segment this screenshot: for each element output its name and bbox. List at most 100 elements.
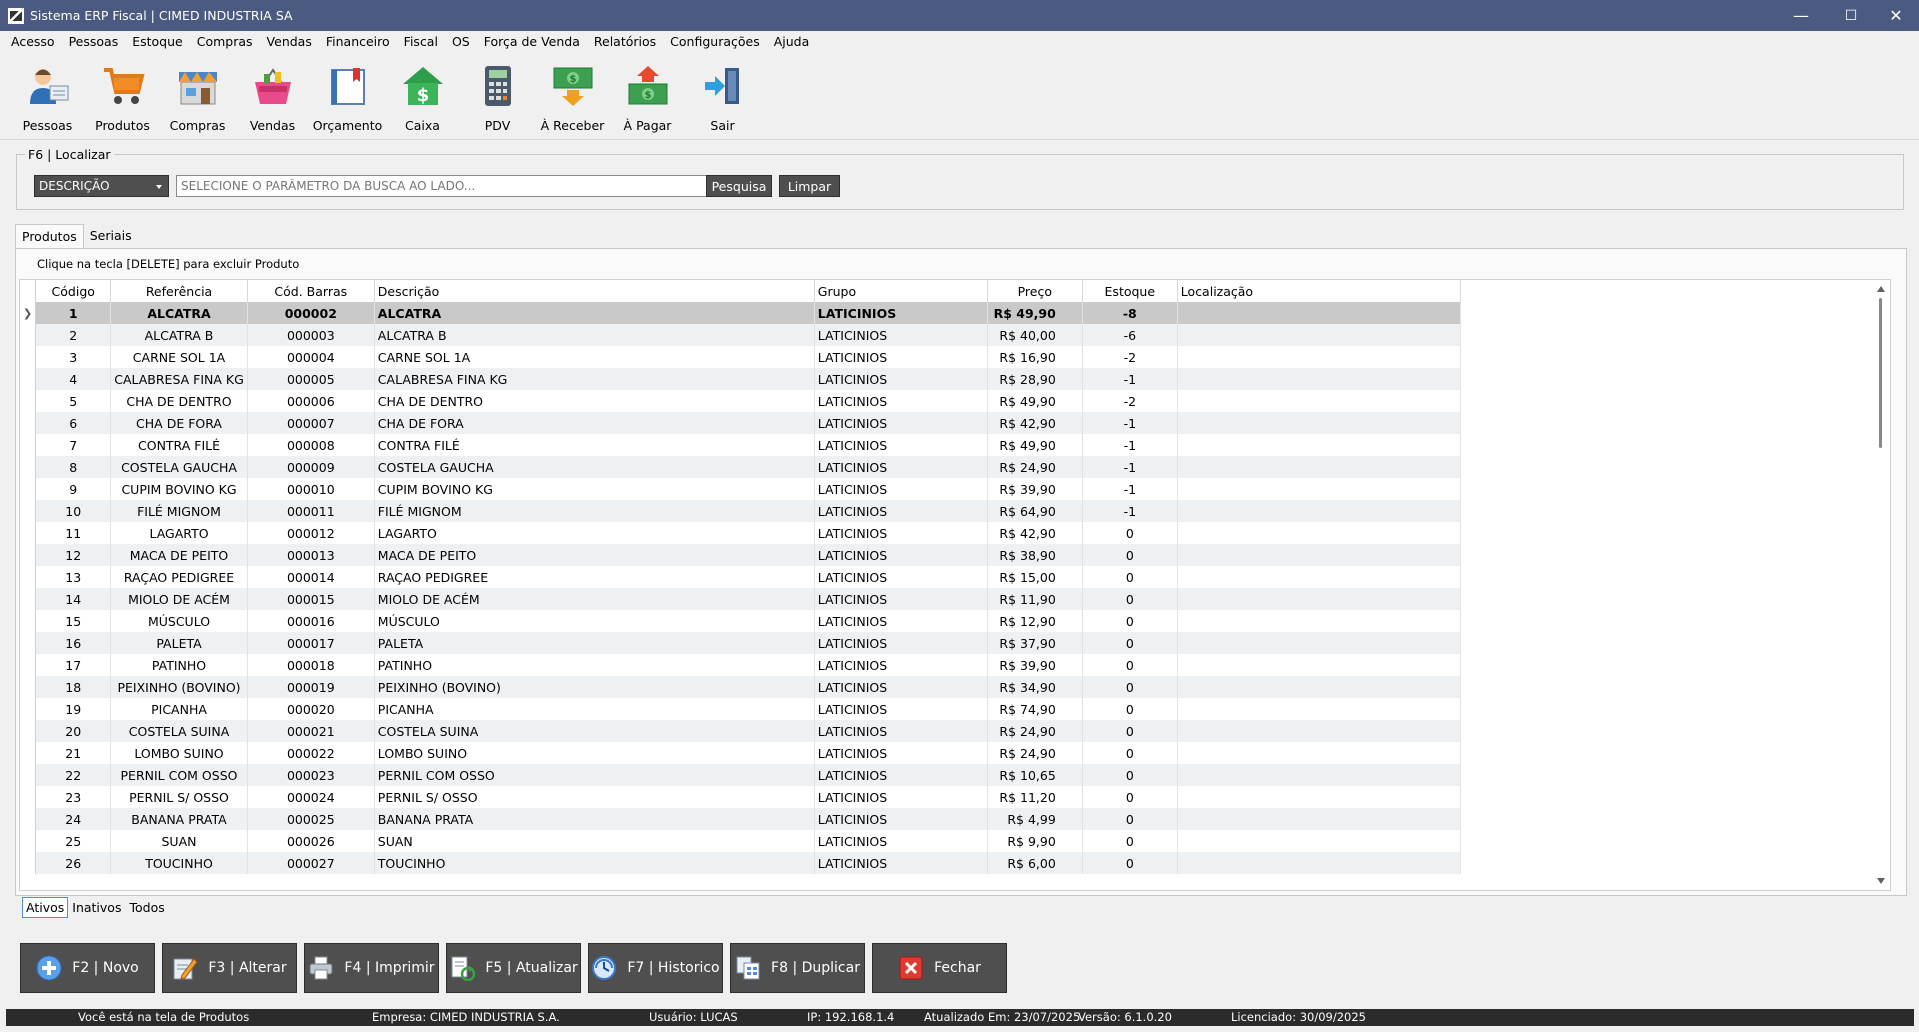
cell-codigo[interactable]: 4 — [35, 368, 112, 390]
cell-cod-barras[interactable]: 000009 — [247, 456, 375, 478]
cell-descricao[interactable]: TOUCINHO — [374, 852, 815, 874]
cell-referencia[interactable]: PICANHA — [110, 698, 248, 720]
cell-cod-barras[interactable]: 000024 — [247, 786, 375, 808]
cell-descricao[interactable]: COSTELA SUINA — [374, 720, 815, 742]
table-row[interactable]: 18 PEIXINHO (BOVINO) 000019 PEIXINHO (BOVIN… — [20, 676, 1461, 698]
cell-codigo[interactable]: 14 — [35, 588, 112, 610]
cell-localizacao[interactable] — [1177, 302, 1461, 324]
cell-descricao[interactable]: CARNE SOL 1A — [374, 346, 815, 368]
menu-forca-de-venda[interactable]: Força de Venda — [477, 34, 587, 49]
cell-estoque[interactable]: 0 — [1082, 764, 1178, 786]
cell-preco[interactable]: R$ 10,65 — [987, 764, 1083, 786]
cell-localizacao[interactable] — [1177, 346, 1461, 368]
fechar-button[interactable]: Fechar — [872, 943, 1007, 993]
toolbar-orcamento-button[interactable]: Orçamento — [310, 56, 385, 138]
close-window-button[interactable]: ✕ — [1873, 0, 1919, 31]
header-codigo[interactable]: Código — [35, 280, 112, 302]
table-row[interactable]: ❯ 1 ALCATRA 000002 ALCATRA LATICINIOS R$ 49,90… — [20, 302, 1461, 324]
cell-descricao[interactable]: MIOLO DE ACÉM — [374, 588, 815, 610]
cell-preco[interactable]: R$ 42,90 — [987, 412, 1083, 434]
cell-cod-barras[interactable]: 000018 — [247, 654, 375, 676]
cell-preco[interactable]: R$ 11,90 — [987, 588, 1083, 610]
cell-estoque[interactable]: 0 — [1082, 786, 1178, 808]
cell-estoque[interactable]: -2 — [1082, 346, 1178, 368]
table-row[interactable]: 22 PERNIL COM OSSO 000023 PERNIL COM OSSO LA… — [20, 764, 1461, 786]
cell-preco[interactable]: R$ 37,90 — [987, 632, 1083, 654]
cell-codigo[interactable]: 24 — [35, 808, 112, 830]
cell-descricao[interactable]: PICANHA — [374, 698, 815, 720]
cell-estoque[interactable]: -8 — [1082, 302, 1178, 324]
cell-cod-barras[interactable]: 000004 — [247, 346, 375, 368]
cell-codigo[interactable]: 6 — [35, 412, 112, 434]
clear-button[interactable]: Limpar — [779, 175, 840, 197]
cell-preco[interactable]: R$ 40,00 — [987, 324, 1083, 346]
cell-grupo[interactable]: LATICINIOS — [814, 368, 988, 390]
cell-estoque[interactable]: 0 — [1082, 566, 1178, 588]
cell-codigo[interactable]: 17 — [35, 654, 112, 676]
cell-preco[interactable]: R$ 6,00 — [987, 852, 1083, 874]
cell-localizacao[interactable] — [1177, 368, 1461, 390]
table-row[interactable]: 26 TOUCINHO 000027 TOUCINHO LATICINIOS R$ 6,0… — [20, 852, 1461, 874]
cell-localizacao[interactable] — [1177, 434, 1461, 456]
cell-grupo[interactable]: LATICINIOS — [814, 302, 988, 324]
cell-localizacao[interactable] — [1177, 632, 1461, 654]
cell-referencia[interactable]: CARNE SOL 1A — [110, 346, 248, 368]
cell-codigo[interactable]: 8 — [35, 456, 112, 478]
table-row[interactable]: 14 MIOLO DE ACÉM 000015 MIOLO DE ACÉM LATICI… — [20, 588, 1461, 610]
cell-cod-barras[interactable]: 000027 — [247, 852, 375, 874]
table-row[interactable]: 16 PALETA 000017 PALETA LATICINIOS R$ 37,90 0 — [20, 632, 1461, 654]
cell-preco[interactable]: R$ 9,90 — [987, 830, 1083, 852]
header-descricao[interactable]: Descrição — [374, 280, 815, 302]
cell-grupo[interactable]: LATICINIOS — [814, 522, 988, 544]
cell-estoque[interactable]: -6 — [1082, 324, 1178, 346]
header-referencia[interactable]: Referência — [110, 280, 248, 302]
table-row[interactable]: 5 CHA DE DENTRO 000006 CHA DE DENTRO LATICIN… — [20, 390, 1461, 412]
cell-referencia[interactable]: LOMBO SUINO — [110, 742, 248, 764]
cell-codigo[interactable]: 3 — [35, 346, 112, 368]
cell-localizacao[interactable] — [1177, 390, 1461, 412]
toolbar-pdv-button[interactable]: PDV — [460, 56, 535, 138]
cell-grupo[interactable]: LATICINIOS — [814, 852, 988, 874]
cell-estoque[interactable]: 0 — [1082, 632, 1178, 654]
cell-descricao[interactable]: RAÇAO PEDIGREE — [374, 566, 815, 588]
title-bar[interactable]: Sistema ERP Fiscal | CIMED INDUSTRIA SA … — [0, 0, 1919, 31]
table-row[interactable]: 2 ALCATRA B 000003 ALCATRA B LATICINIOS R$ 40… — [20, 324, 1461, 346]
cell-preco[interactable]: R$ 24,90 — [987, 742, 1083, 764]
table-row[interactable]: 13 RAÇAO PEDIGREE 000014 RAÇAO PEDIGREE LATI… — [20, 566, 1461, 588]
cell-referencia[interactable]: CONTRA FILÉ — [110, 434, 248, 456]
cell-codigo[interactable]: 1 — [35, 302, 112, 324]
cell-codigo[interactable]: 9 — [35, 478, 112, 500]
filter-todos[interactable]: Todos — [125, 897, 168, 918]
cell-descricao[interactable]: CALABRESA FINA KG — [374, 368, 815, 390]
cell-codigo[interactable]: 25 — [35, 830, 112, 852]
cell-cod-barras[interactable]: 000008 — [247, 434, 375, 456]
menu-configuracoes[interactable]: Configurações — [663, 34, 767, 49]
cell-descricao[interactable]: PERNIL COM OSSO — [374, 764, 815, 786]
cell-estoque[interactable]: 0 — [1082, 852, 1178, 874]
cell-preco[interactable]: R$ 24,90 — [987, 456, 1083, 478]
cell-localizacao[interactable] — [1177, 654, 1461, 676]
duplicar-button[interactable]: F8 | Duplicar — [730, 943, 865, 993]
cell-descricao[interactable]: CUPIM BOVINO KG — [374, 478, 815, 500]
cell-grupo[interactable]: LATICINIOS — [814, 610, 988, 632]
cell-preco[interactable]: R$ 49,90 — [987, 434, 1083, 456]
cell-cod-barras[interactable]: 000003 — [247, 324, 375, 346]
cell-referencia[interactable]: PALETA — [110, 632, 248, 654]
cell-referencia[interactable]: LAGARTO — [110, 522, 248, 544]
cell-cod-barras[interactable]: 000007 — [247, 412, 375, 434]
cell-localizacao[interactable] — [1177, 566, 1461, 588]
cell-estoque[interactable]: -1 — [1082, 434, 1178, 456]
menu-vendas[interactable]: Vendas — [260, 34, 319, 49]
cell-codigo[interactable]: 2 — [35, 324, 112, 346]
cell-estoque[interactable]: 0 — [1082, 654, 1178, 676]
cell-localizacao[interactable] — [1177, 478, 1461, 500]
cell-descricao[interactable]: LAGARTO — [374, 522, 815, 544]
cell-estoque[interactable]: 0 — [1082, 676, 1178, 698]
cell-descricao[interactable]: MACA DE PEITO — [374, 544, 815, 566]
cell-localizacao[interactable] — [1177, 412, 1461, 434]
cell-cod-barras[interactable]: 000020 — [247, 698, 375, 720]
search-input[interactable] — [176, 175, 716, 197]
novo-button[interactable]: F2 | Novo — [20, 943, 155, 993]
header-localizacao[interactable]: Localização — [1177, 280, 1461, 302]
cell-localizacao[interactable] — [1177, 500, 1461, 522]
